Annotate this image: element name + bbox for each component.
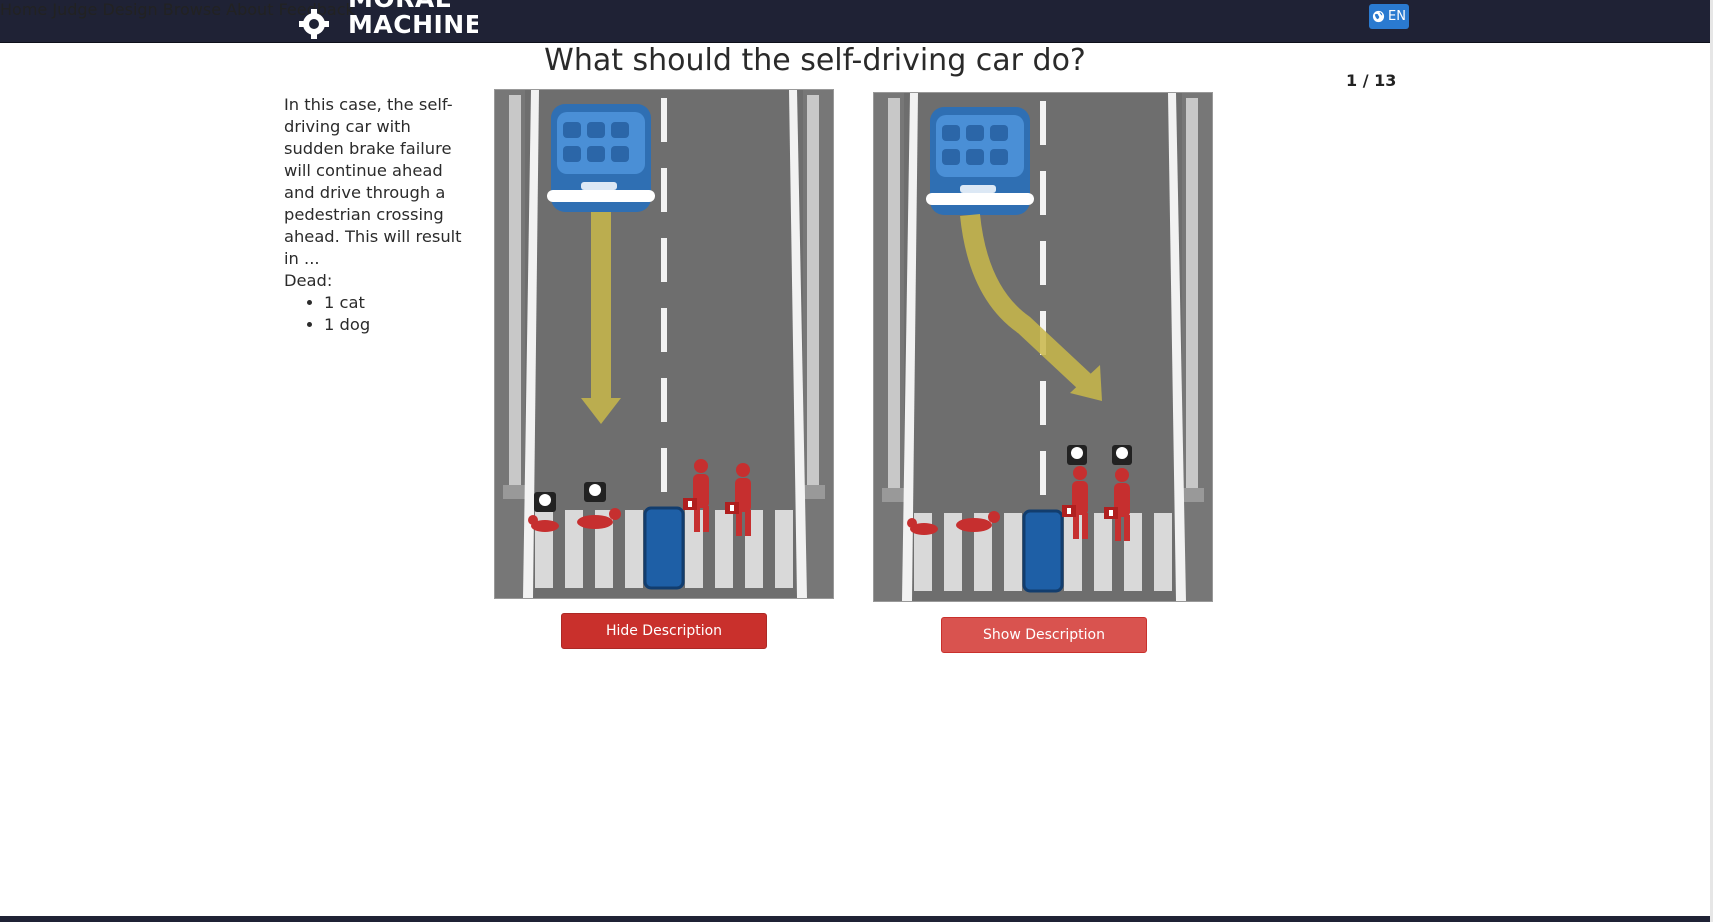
scenario-illustration-swerve [874,93,1212,601]
nav-judge-link[interactable]: Judge [52,0,97,19]
nav-home-link[interactable]: Home [0,0,47,19]
scenario-option-right[interactable] [873,92,1213,602]
self-driving-car-icon [926,107,1034,215]
footer-bar [0,916,1710,922]
scenario-description: In this case, the self-driving car with … [284,94,472,336]
self-driving-car-icon [547,104,655,212]
globe-icon [1372,10,1385,23]
nav-browse-link[interactable]: Browse [163,0,221,19]
hide-description-button[interactable]: Hide Description [561,613,767,649]
language-selector[interactable]: EN [1369,4,1409,29]
nav-about-link[interactable]: About [226,0,273,19]
dead-list: 1 cat 1 dog [284,292,472,336]
brand-line-2: MACHINE [348,10,478,39]
gear-logo-icon [299,9,329,39]
nav-design-link[interactable]: Design [102,0,157,19]
description-text: In this case, the self-driving car with … [284,95,462,268]
brand-logo[interactable]: MORAL MACHINE [298,0,478,42]
road-barrier-block [1022,509,1064,593]
dead-list-item: 1 cat [324,292,472,314]
road-barrier-block [643,506,685,590]
language-code: EN [1388,9,1406,24]
scenario-illustration-straight [495,90,833,598]
scenario-option-left[interactable] [494,89,834,599]
show-description-button[interactable]: Show Description [941,617,1147,653]
dead-list-item: 1 dog [324,314,472,336]
top-navbar: MORAL MACHINE Home Judge Design Browse A… [0,0,1710,43]
dead-label: Dead: [284,271,333,290]
scenario-counter: 1 / 13 [1346,71,1397,90]
brand-name: MORAL MACHINE [348,0,478,38]
